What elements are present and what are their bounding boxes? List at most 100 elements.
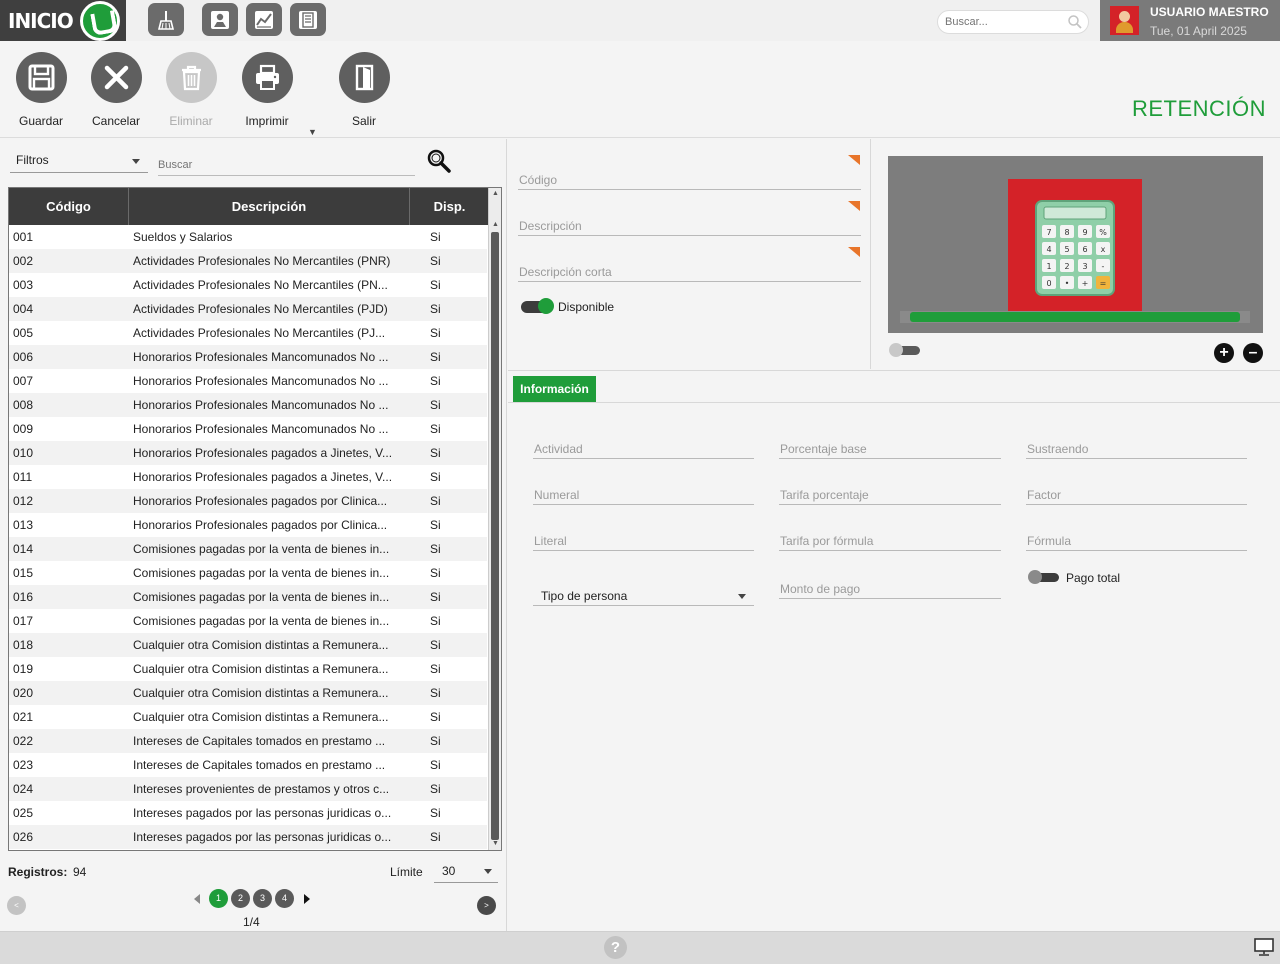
page-4-button[interactable]: 4	[275, 889, 294, 908]
save-button[interactable]: Guardar	[11, 52, 71, 128]
table-row[interactable]: 026 Intereses pagados por las personas ju…	[9, 825, 487, 849]
table-row[interactable]: 008 Honorarios Profesionales Mancomunados…	[9, 393, 487, 417]
available-toggle[interactable]	[521, 298, 554, 314]
next-arrow-icon[interactable]	[304, 894, 310, 904]
row-available: Si	[430, 518, 441, 532]
table-row[interactable]: 001 Sueldos y Salarios Si	[9, 225, 487, 249]
table-row[interactable]: 011 Honorarios Profesionales pagados a Ji…	[9, 465, 487, 489]
table-row[interactable]: 012 Honorarios Profesionales pagados por …	[9, 489, 487, 513]
page-3-button[interactable]: 3	[253, 889, 272, 908]
table-row[interactable]: 021 Cualquier otra Comision distintas a R…	[9, 705, 487, 729]
percentage-rate-field[interactable]: Tarifa porcentaje	[779, 485, 1001, 505]
base-percentage-field[interactable]: Porcentaje base	[779, 439, 1001, 459]
table-row[interactable]: 002 Actividades Profesionales No Mercanti…	[9, 249, 487, 273]
quick-access-chart[interactable]	[246, 3, 282, 36]
formula-field[interactable]: Fórmula	[1026, 531, 1247, 551]
table-scrollbar[interactable]: ▲ ▲ ▼	[488, 188, 501, 850]
table-row[interactable]: 007 Honorarios Profesionales Mancomunados…	[9, 369, 487, 393]
column-header-available[interactable]: Disp.	[410, 188, 489, 225]
search-icon[interactable]	[426, 148, 452, 174]
filters-dropdown[interactable]: Filtros	[10, 149, 148, 173]
table-row[interactable]: 016 Comisiones pagadas por la venta de bi…	[9, 585, 487, 609]
formula-rate-field[interactable]: Tarifa por fórmula	[779, 531, 1001, 551]
payment-amount-field[interactable]: Monto de pago	[779, 579, 1001, 599]
payment-amount-field-label: Monto de pago	[780, 582, 861, 596]
short-description-field-label: Descripción corta	[519, 265, 612, 279]
table-row[interactable]: 018 Cualquier otra Comision distintas a R…	[9, 633, 487, 657]
short-description-field[interactable]: Descripción corta	[518, 262, 861, 282]
column-header-description[interactable]: Descripción	[129, 188, 410, 225]
page-2-button[interactable]: 2	[231, 889, 250, 908]
table-row[interactable]: 015 Comisiones pagadas por la venta de bi…	[9, 561, 487, 585]
table-row[interactable]: 024 Intereses provenientes de prestamos y…	[9, 777, 487, 801]
zoom-in-plus-icon[interactable]: +	[1214, 343, 1234, 363]
page-1-button[interactable]: 1	[209, 889, 228, 908]
page-title: RETENCIÓN	[1131, 96, 1266, 121]
cancel-button[interactable]: Cancelar	[86, 52, 146, 128]
prev-arrow-icon[interactable]	[194, 894, 200, 904]
scroll-up-arrow-icon[interactable]: ▲	[492, 221, 499, 228]
row-code: 009	[13, 422, 34, 436]
column-header-code[interactable]: Código	[9, 188, 129, 225]
table-row[interactable]: 014 Comisiones pagadas por la venta de bi…	[9, 537, 487, 561]
table-row[interactable]: 006 Honorarios Profesionales Mancomunados…	[9, 345, 487, 369]
row-code: 018	[13, 638, 34, 652]
limit-dropdown[interactable]: 30	[434, 859, 498, 883]
table-row[interactable]: 020 Cualquier otra Comision distintas a R…	[9, 681, 487, 705]
table-row[interactable]: 025 Intereses pagados por las personas ju…	[9, 801, 487, 825]
home-logo[interactable]: INICIO	[0, 0, 126, 41]
image-toggle[interactable]	[889, 343, 920, 357]
help-icon[interactable]: ?	[604, 936, 627, 959]
zoom-out-minus-icon[interactable]: –	[1243, 343, 1263, 363]
subtrahend-field[interactable]: Sustraendo	[1026, 439, 1247, 459]
table-row[interactable]: 023 Intereses de Capitales tomados en pre…	[9, 753, 487, 777]
scroll-down-icon[interactable]: ▼	[492, 840, 499, 847]
required-flag-icon	[848, 155, 860, 165]
monitor-icon[interactable]	[1254, 938, 1274, 956]
formula-rate-field-label: Tarifa por fórmula	[780, 534, 874, 548]
row-available: Si	[430, 494, 441, 508]
row-available: Si	[430, 614, 441, 628]
quick-access-calculator[interactable]	[290, 3, 326, 36]
scroll-up-icon[interactable]: ▲	[492, 190, 499, 197]
numeral-field[interactable]: Numeral	[533, 485, 754, 505]
code-field[interactable]: Código	[518, 170, 861, 190]
total-payment-toggle[interactable]	[1028, 570, 1059, 584]
delete-button[interactable]: Eliminar	[161, 52, 221, 128]
calculator-image: 7 8 9% 4 5 6 x 1 2 3 - 0 • + =	[1008, 179, 1142, 311]
table-row[interactable]: 022 Intereses de Capitales tomados en pre…	[9, 729, 487, 753]
row-description: Intereses provenientes de prestamos y ot…	[133, 782, 390, 796]
exit-button[interactable]: Salir	[334, 52, 394, 128]
image-scrollbar-thumb[interactable]	[910, 312, 1240, 322]
table-row[interactable]: 013 Honorarios Profesionales pagados por …	[9, 513, 487, 537]
table-row[interactable]: 019 Cualquier otra Comision distintas a R…	[9, 657, 487, 681]
table-row[interactable]: 009 Honorarios Profesionales Mancomunados…	[9, 417, 487, 441]
table-row[interactable]: 003 Actividades Profesionales No Mercanti…	[9, 273, 487, 297]
user-menu[interactable]: USUARIO MAESTRO Tue, 01 April 2025	[1100, 0, 1280, 41]
activity-field[interactable]: Actividad	[533, 439, 754, 459]
prev-page-button[interactable]: <	[7, 896, 26, 915]
map-pin-icon	[211, 11, 229, 29]
required-flag-icon	[848, 247, 860, 257]
calculator-key-label: %	[1099, 228, 1107, 237]
literal-field[interactable]: Literal	[533, 531, 754, 551]
print-button[interactable]: Imprimir	[237, 52, 297, 128]
factor-field[interactable]: Factor	[1026, 485, 1247, 505]
tab-informacion[interactable]: Información	[513, 376, 596, 402]
search-icon[interactable]	[1067, 14, 1083, 30]
table-row[interactable]: 010 Honorarios Profesionales pagados a Ji…	[9, 441, 487, 465]
table-row[interactable]: 017 Comisiones pagadas por la venta de bi…	[9, 609, 487, 633]
description-field[interactable]: Descripción	[518, 216, 861, 236]
list-search-input[interactable]	[158, 154, 415, 176]
person-type-dropdown[interactable]: Tipo de persona	[533, 583, 754, 606]
table-row[interactable]: 004 Actividades Profesionales No Mercanti…	[9, 297, 487, 321]
image-scrollbar[interactable]	[900, 311, 1250, 323]
scrollbar-thumb[interactable]	[491, 232, 499, 840]
quick-access-broom[interactable]	[148, 3, 184, 36]
print-options-chevron-down-icon[interactable]: ▼	[308, 127, 317, 137]
quick-access-map[interactable]	[202, 3, 238, 36]
table-row[interactable]: 005 Actividades Profesionales No Mercanti…	[9, 321, 487, 345]
next-page-button[interactable]: >	[477, 896, 496, 915]
printer-icon	[255, 64, 279, 90]
save-icon	[28, 64, 54, 91]
